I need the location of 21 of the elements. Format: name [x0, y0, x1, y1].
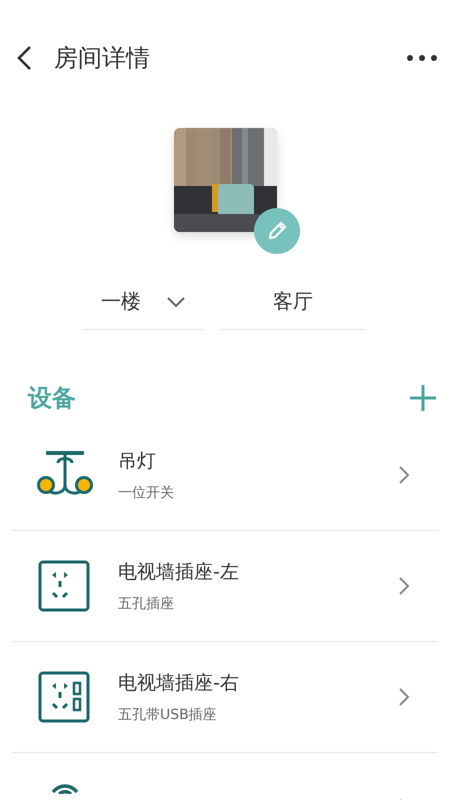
add-button[interactable]	[408, 383, 438, 413]
room-name-field[interactable]: 客厅	[220, 282, 366, 330]
device-row[interactable]: 电视墙插座-右 五孔带USB插座	[12, 642, 438, 753]
device-name: 吊灯	[118, 449, 157, 474]
device-type: 五孔带USB插座	[118, 706, 218, 724]
device-type: 一位开关	[118, 484, 175, 502]
more-button[interactable]	[406, 54, 438, 62]
section-title: 设备	[28, 383, 76, 414]
device-row[interactable]: 吊灯 一位开关	[12, 420, 438, 531]
device-type: 五孔插座	[118, 595, 175, 613]
device-row[interactable]: 电视墙插座-左 五孔插座	[12, 531, 438, 642]
device-name: 电视墙插座-左	[118, 560, 240, 585]
wifi-icon	[51, 782, 79, 794]
chevron-right-icon	[398, 687, 410, 707]
floor-dropdown[interactable]: 一楼	[82, 282, 204, 330]
chevron-right-icon	[398, 576, 410, 596]
chevron-down-icon	[167, 296, 185, 306]
chevron-right-icon	[398, 465, 410, 485]
page-title: 房间详情	[54, 43, 151, 74]
edit-button[interactable]	[254, 208, 300, 254]
device-name: 电视墙插座-右	[118, 671, 240, 696]
